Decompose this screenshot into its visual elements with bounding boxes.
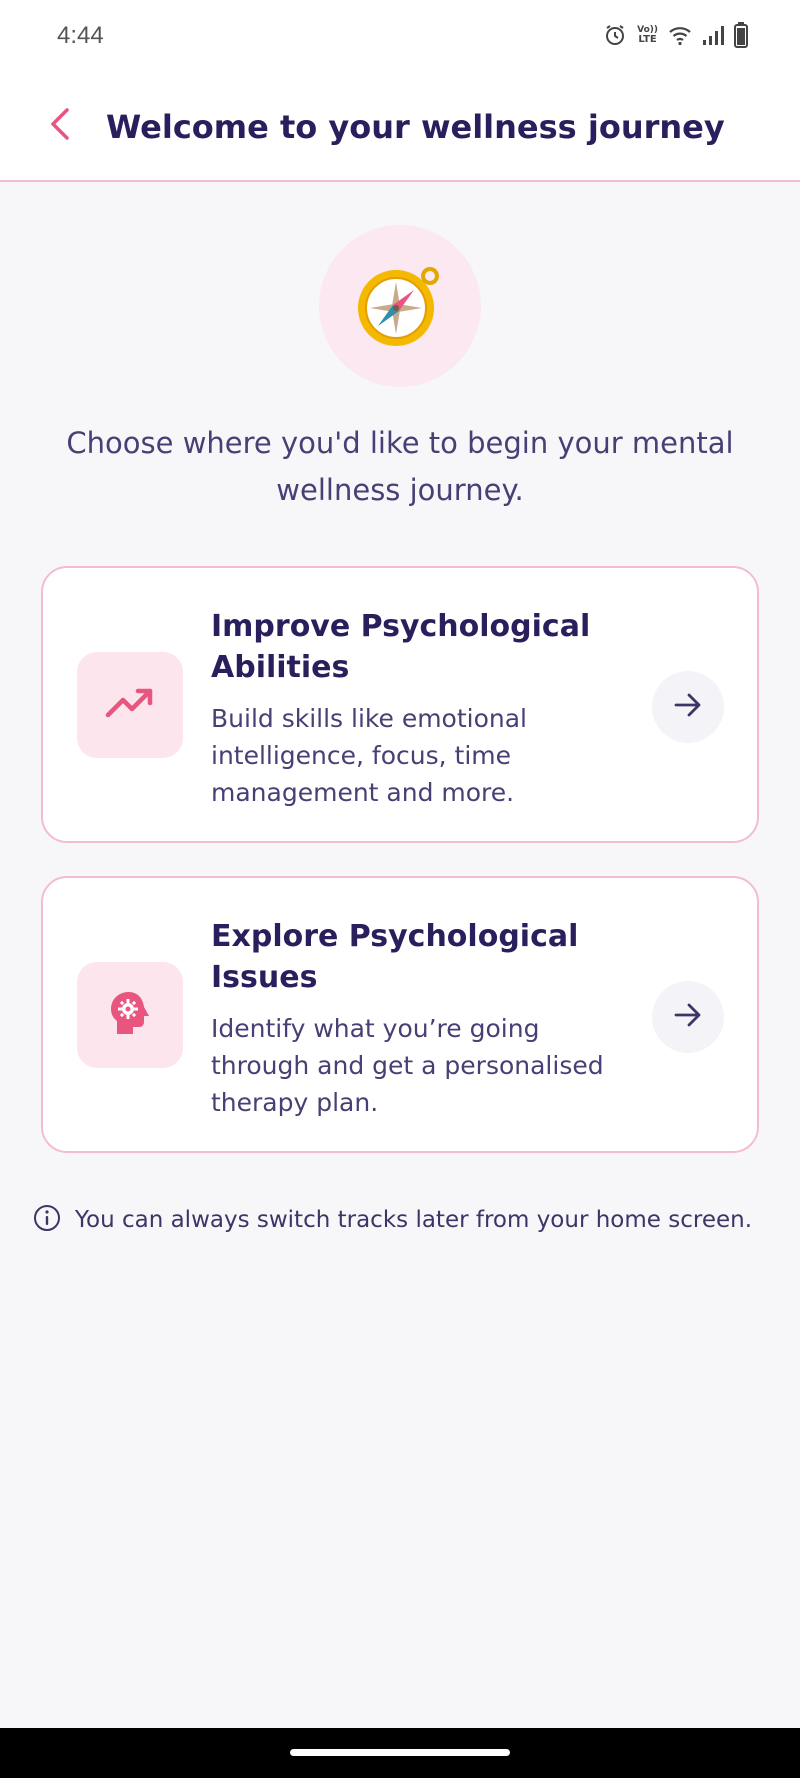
arrow-right-icon [673, 1003, 703, 1031]
track-arrow-button[interactable] [652, 981, 724, 1053]
page-title: Welcome to your wellness journey [106, 108, 725, 146]
app-header: Welcome to your wellness journey [0, 74, 800, 182]
chevron-left-icon [47, 106, 73, 146]
alarm-icon [603, 23, 627, 47]
track-description: Build skills like emotional intelligence… [211, 704, 528, 807]
wifi-icon [668, 24, 692, 46]
volte-icon: Vo)) LTE [637, 25, 658, 45]
battery-icon [734, 22, 748, 48]
status-icons: Vo)) LTE [603, 22, 748, 48]
info-note: You can always switch tracks later from … [33, 1204, 752, 1236]
track-card-explore-issues[interactable]: Explore Psychological Issues Identify wh… [41, 876, 759, 1153]
system-nav-bar [0, 1728, 800, 1778]
arrow-right-icon [673, 693, 703, 721]
head-gear-icon [109, 990, 151, 1040]
hero-illustration [319, 225, 481, 387]
track-card-improve-abilities[interactable]: Improve Psychological Abilities Build sk… [41, 566, 759, 843]
status-bar: 4:44 Vo)) LTE [0, 0, 800, 74]
compass-icon [352, 256, 448, 356]
track-arrow-button[interactable] [652, 671, 724, 743]
info-icon [33, 1204, 61, 1236]
home-gesture-handle[interactable] [290, 1749, 510, 1756]
back-button[interactable] [36, 102, 84, 150]
track-title: Improve Psychological Abilities [211, 609, 591, 685]
track-description: Identify what you’re going through and g… [211, 1014, 604, 1117]
signal-icon [702, 24, 724, 46]
track-title: Explore Psychological Issues [211, 919, 579, 995]
status-time: 4:44 [57, 22, 104, 49]
trending-up-icon [105, 686, 155, 724]
track-icon-container [77, 652, 183, 758]
track-icon-container [77, 962, 183, 1068]
intro-text: Choose where you'd like to begin your me… [66, 426, 734, 507]
info-note-text: You can always switch tracks later from … [75, 1207, 753, 1233]
